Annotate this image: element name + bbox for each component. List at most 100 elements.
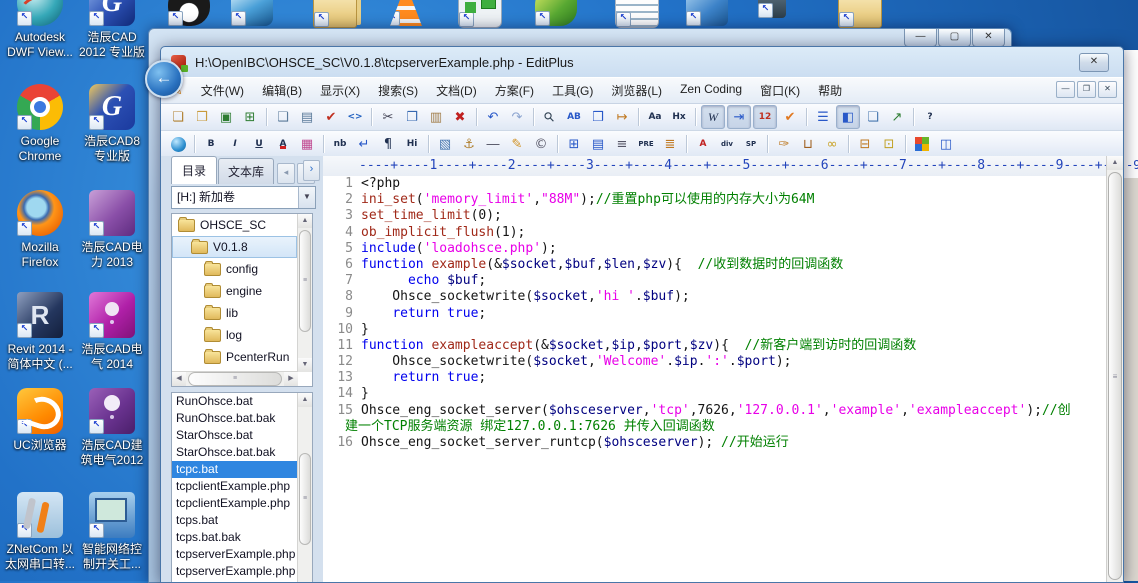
gstarcad-arch-elec-2012-shortcut[interactable]: ↖浩辰CAD建筑电气2012	[74, 388, 150, 468]
menu-item[interactable]: 浏览器(L)	[602, 79, 671, 102]
revit-2014-shortcut[interactable]: R↖Revit 2014 -简体中文 (...	[2, 292, 78, 372]
table-icon[interactable]: ⊞	[563, 133, 585, 155]
file-item[interactable]: tcps.bat	[172, 512, 298, 529]
maximize-button[interactable]: ▢	[938, 29, 971, 47]
browser-icon[interactable]	[167, 133, 189, 155]
google-chrome-shortcut[interactable]: ↖GoogleChrome	[2, 84, 78, 164]
editor-scroll-thumb[interactable]: ≡	[1108, 172, 1122, 580]
menu-item[interactable]: 窗口(K)	[751, 79, 809, 102]
paragraph-icon[interactable]: ¶	[377, 133, 399, 155]
file-item[interactable]: tcpserverExample.php	[172, 546, 298, 563]
nbsp-icon[interactable]: nb	[329, 133, 351, 155]
underline-icon[interactable]: U	[248, 133, 270, 155]
find-icon[interactable]: ⚲	[539, 106, 561, 128]
file-item[interactable]: tcps.bat.bak	[172, 529, 298, 546]
hrule-icon[interactable]: ―	[482, 133, 504, 155]
robot-app-icon[interactable]: ↖	[758, 0, 786, 18]
pre-icon[interactable]: PRE	[635, 133, 657, 155]
tree-item[interactable]: log	[172, 324, 297, 346]
italic-icon[interactable]: I	[224, 133, 246, 155]
menu-item[interactable]: 方案(F)	[486, 79, 543, 102]
scroll-down-icon[interactable]: ▼	[298, 358, 312, 372]
layout-icon[interactable]: ◫	[935, 133, 957, 155]
tree-scroll-thumb[interactable]: ≡	[299, 230, 311, 332]
sidebar-toggle-icon[interactable]: ◧	[836, 105, 860, 129]
mdi-restore-button[interactable]: ❐	[1077, 81, 1096, 98]
span-icon[interactable]: SP	[740, 133, 762, 155]
script-edit-icon[interactable]: ✑	[773, 133, 795, 155]
chevron-down-icon[interactable]: ▼	[298, 187, 315, 208]
winlogo-icon[interactable]	[911, 133, 933, 155]
tree-item[interactable]: engine	[172, 280, 297, 302]
auto-indent-icon[interactable]: ⇥	[727, 105, 751, 129]
menu-item[interactable]: 文档(D)	[427, 79, 486, 102]
menu-item[interactable]: 编辑(B)	[253, 79, 311, 102]
tree-horizontal-scrollbar[interactable]: ◀ ≡ ▶	[172, 371, 298, 386]
file-item[interactable]: RunOhsce.bat.bak	[172, 410, 298, 427]
tree-item[interactable]: PcenterRun	[172, 346, 297, 368]
window-close-button[interactable]: ✕	[1079, 53, 1109, 72]
named-anchor-icon[interactable]: A	[692, 133, 714, 155]
find-in-files-icon[interactable]: ❒	[587, 106, 609, 128]
font-size-icon[interactable]: Aa	[644, 106, 666, 128]
form-fields-icon[interactable]: ⊡	[878, 133, 900, 155]
hex-viewer-icon[interactable]: Hx	[668, 106, 690, 128]
open-in-browser-icon[interactable]: ↗	[886, 106, 908, 128]
line-break-icon[interactable]: ↵	[353, 133, 375, 155]
spell-check-icon[interactable]: ✔	[320, 106, 342, 128]
paste-icon[interactable]: ▥	[425, 106, 447, 128]
title-bar[interactable]: H:\OpenIBC\OHSCE_SC\V0.1.8\tcpserverExam…	[161, 47, 1123, 77]
drive-selector[interactable]: [H:] 新加卷 ▼	[171, 186, 316, 209]
tab-scroll-left-button[interactable]: ◂	[277, 163, 295, 184]
save-icon[interactable]: ▣	[215, 106, 237, 128]
scroll-left-icon[interactable]: ◀	[172, 372, 186, 386]
vlc-cone-icon[interactable]: ↖	[385, 0, 427, 26]
menu-item[interactable]: 帮助	[809, 79, 851, 102]
center-text-icon[interactable]: ≡	[611, 133, 633, 155]
cut-icon[interactable]: ✂	[377, 106, 399, 128]
delete-icon[interactable]: ✖	[449, 106, 471, 128]
folders-stack-icon[interactable]: ↖	[313, 0, 357, 28]
menu-item[interactable]: 搜索(S)	[369, 79, 427, 102]
scroll-up-icon[interactable]: ▲	[298, 393, 312, 407]
heading-icon[interactable]: Hi	[401, 133, 423, 155]
hide-sidebar-button[interactable]: ›	[303, 160, 320, 181]
coffee-script-icon[interactable]: ⊔	[797, 133, 819, 155]
cheatsheet-icon[interactable]: ⊟	[854, 133, 876, 155]
anchor-icon[interactable]: ⚓	[458, 133, 480, 155]
menu-item[interactable]: 显示(X)	[311, 79, 369, 102]
color-picker-icon[interactable]: ▦	[296, 133, 318, 155]
minimize-button[interactable]: —	[904, 29, 937, 47]
print-icon[interactable]: ▤	[296, 106, 318, 128]
syntax-check-icon[interactable]: ✔	[779, 106, 801, 128]
text-document-icon[interactable]: ↖	[615, 0, 659, 28]
gstarcad-2012-shortcut[interactable]: G↖浩辰CAD2012 专业版	[74, 0, 150, 60]
memo-edit-icon[interactable]: ✎	[506, 133, 528, 155]
tree-item[interactable]: lib	[172, 302, 297, 324]
replace-icon[interactable]: AB	[563, 106, 585, 128]
div-icon[interactable]: div	[716, 133, 738, 155]
dragon-app-icon[interactable]: ↖	[535, 0, 577, 26]
line-numbers-icon[interactable]: 12	[753, 105, 777, 129]
dolphin-app-icon[interactable]: ↖	[231, 0, 273, 26]
font-color-icon[interactable]: A	[272, 133, 294, 155]
tree-hscroll-thumb[interactable]: ≡	[188, 372, 282, 386]
file-item[interactable]: StarOhsce.bat.bak	[172, 444, 298, 461]
new-file-icon[interactable]: ❏	[167, 106, 189, 128]
redo-icon[interactable]: ↷	[506, 106, 528, 128]
back-button[interactable]: ←	[145, 60, 183, 98]
tab-directory[interactable]: 目录	[171, 156, 217, 184]
context-help-icon[interactable]: ?	[919, 106, 941, 128]
blue-app-icon[interactable]: ↖	[686, 0, 728, 26]
scroll-up-icon[interactable]: ▲	[298, 214, 312, 228]
tree-item[interactable]: OHSCE_SC	[172, 214, 297, 236]
html-tags-icon[interactable]: <>	[344, 106, 366, 128]
scroll-up-icon[interactable]: ▲	[1107, 156, 1123, 170]
scroll-right-icon[interactable]: ▶	[284, 372, 298, 386]
file-item[interactable]: tcpc.bat	[172, 461, 298, 478]
tree-item[interactable]: V0.1.8	[172, 236, 297, 258]
file-item[interactable]: RunOhsce.bat	[172, 393, 298, 410]
file-item[interactable]: tcpserverExample.php	[172, 563, 298, 580]
code-editor[interactable]: 1<?php2ini_set('memory_limit',"88M");//重…	[323, 176, 1107, 582]
qq-penguin-icon[interactable]: ↖	[168, 0, 210, 26]
